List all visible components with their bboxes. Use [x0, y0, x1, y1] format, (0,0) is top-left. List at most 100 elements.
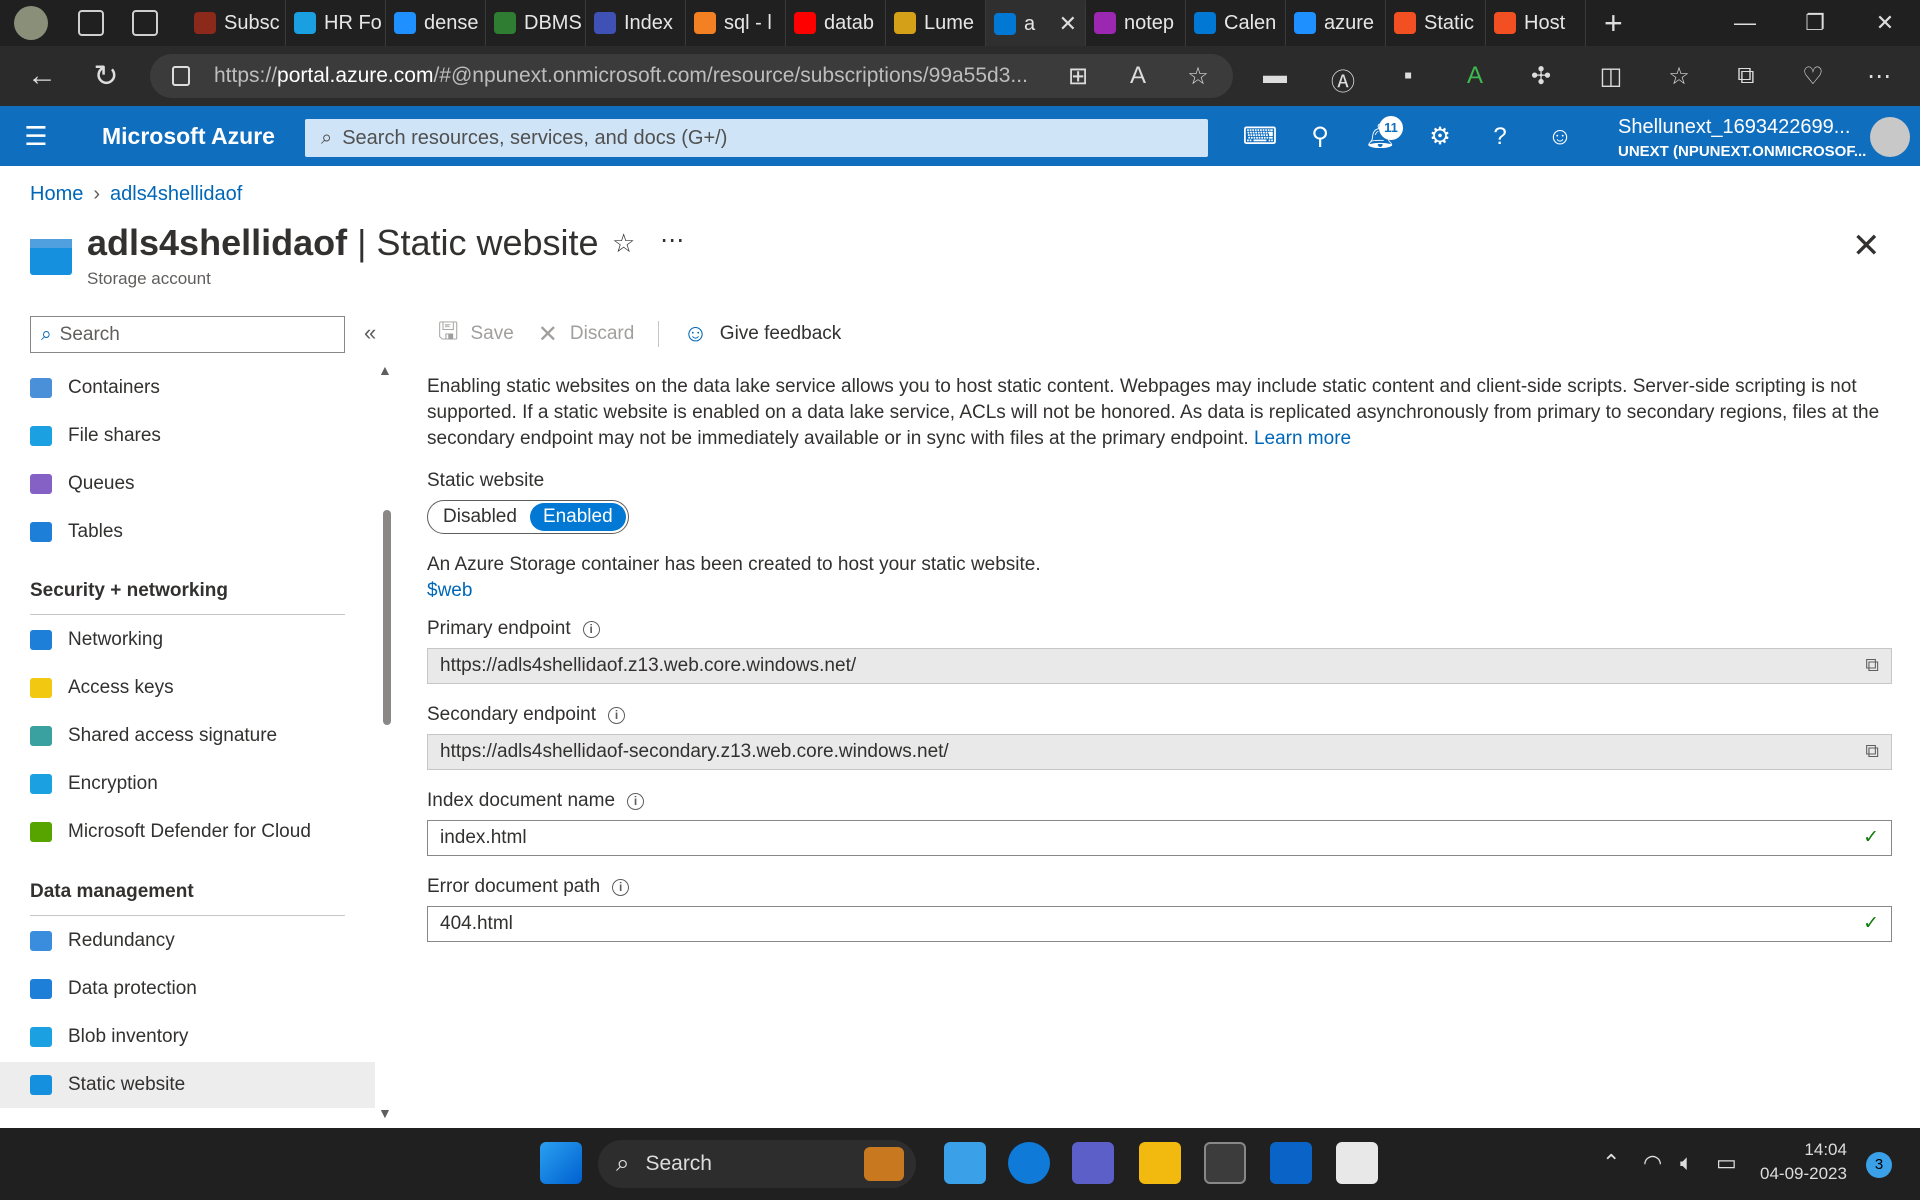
save-button[interactable]: 🖫 Save	[438, 314, 514, 355]
browser-tab[interactable]: Subsc	[186, 0, 286, 46]
info-icon[interactable]: i	[582, 620, 600, 638]
notification-center-badge[interactable]: 3	[1866, 1152, 1892, 1178]
sidebar-scrollbar[interactable]	[383, 510, 391, 725]
sidebar-item[interactable]: Redundancy	[30, 918, 375, 964]
outlook-icon[interactable]	[1270, 1142, 1312, 1184]
collections-icon[interactable]: ⧉	[1733, 62, 1759, 89]
close-blade-icon[interactable]: ✕	[1852, 226, 1881, 266]
close-tab-icon[interactable]: ✕	[1059, 11, 1077, 37]
extension-icon[interactable]: Ⓐ	[1330, 62, 1356, 96]
portal-menu-icon[interactable]: ☰	[0, 121, 72, 152]
breadcrumb-home[interactable]: Home	[30, 183, 83, 205]
browser-tab[interactable]: Lume	[886, 0, 986, 46]
info-icon[interactable]: i	[627, 792, 645, 810]
battery-icon[interactable]: ▭	[1716, 1150, 1737, 1176]
menu-search-input[interactable]: ⌕ Search	[30, 316, 345, 353]
notepad-icon[interactable]	[944, 1142, 986, 1184]
app-available-icon[interactable]: ⊞	[1065, 62, 1091, 90]
browser-tab[interactable]: Static	[1386, 0, 1486, 46]
back-button[interactable]: ←	[10, 59, 74, 93]
directory-filter-icon[interactable]: ⚲	[1302, 119, 1338, 155]
browser-essentials-icon[interactable]: ♡	[1800, 62, 1826, 90]
browser-tab[interactable]: HR Fo	[286, 0, 386, 46]
browser-tab[interactable]: Index	[586, 0, 686, 46]
edge-browser-icon[interactable]	[1008, 1142, 1050, 1184]
primary-endpoint-field[interactable]: https://adls4shellidaof.z13.web.core.win…	[427, 648, 1892, 684]
refresh-button[interactable]: ↻	[74, 59, 138, 94]
extensions-puzzle-icon[interactable]: ✣	[1528, 62, 1554, 90]
discard-button[interactable]: ✕ Discard	[538, 320, 635, 349]
favorite-star-icon[interactable]: ☆	[1185, 62, 1211, 90]
restore-button[interactable]: ❐	[1780, 0, 1850, 46]
scroll-down-arrow-icon[interactable]: ▼	[378, 1105, 392, 1121]
error-document-input[interactable]: 404.html ✓	[427, 906, 1892, 942]
file-explorer-icon[interactable]	[1139, 1142, 1181, 1184]
sidebar-item[interactable]: Microsoft Defender for Cloud	[30, 809, 375, 855]
sidebar-item[interactable]: Queues	[30, 461, 375, 507]
cloud-shell-icon[interactable]: ⌨	[1242, 119, 1278, 155]
show-hidden-icons-chevron-icon[interactable]: ⌃	[1602, 1150, 1620, 1176]
sidebar-item[interactable]: File shares	[30, 413, 375, 459]
collections-icon[interactable]	[78, 10, 104, 36]
favorite-star-icon[interactable]: ☆	[612, 228, 635, 259]
tab-actions-icon[interactable]	[132, 10, 158, 36]
store-icon[interactable]	[1336, 1142, 1378, 1184]
browser-tab[interactable]: Host	[1486, 0, 1586, 46]
browser-tab[interactable]: sql - l	[686, 0, 786, 46]
global-search-input[interactable]: ⌕ Search resources, services, and docs (…	[305, 119, 1208, 157]
more-options-icon[interactable]: ⋯	[660, 226, 684, 255]
browser-tab[interactable]: notep	[1086, 0, 1186, 46]
breadcrumb-resource[interactable]: adls4shellidaof	[110, 183, 242, 205]
index-document-input[interactable]: index.html ✓	[427, 820, 1892, 856]
taskbar-search[interactable]: ⌕ Search	[598, 1140, 916, 1188]
browser-tab[interactable]: dense	[386, 0, 486, 46]
teams-icon[interactable]	[1072, 1142, 1114, 1184]
web-container-link[interactable]: $web	[427, 578, 1892, 604]
terminal-icon[interactable]	[1204, 1142, 1246, 1184]
sidebar-item[interactable]: Blob inventory	[30, 1014, 375, 1060]
favorites-icon[interactable]: ☆	[1666, 62, 1692, 90]
copy-icon[interactable]: ⧉	[1865, 649, 1879, 683]
learn-more-link[interactable]: Learn more	[1254, 428, 1351, 449]
help-icon[interactable]: ?	[1482, 119, 1518, 155]
sidebar-item[interactable]: Networking	[30, 617, 375, 663]
new-tab-button[interactable]: +	[1604, 5, 1623, 42]
feedback-icon[interactable]: ☺	[1542, 119, 1578, 155]
scroll-up-arrow-icon[interactable]: ▲	[378, 362, 392, 378]
read-aloud-icon[interactable]: A	[1125, 62, 1151, 89]
browser-tab[interactable]: DBMS	[486, 0, 586, 46]
sidebar-item[interactable]: Data protection	[30, 966, 375, 1012]
minimize-button[interactable]: —	[1710, 0, 1780, 46]
give-feedback-button[interactable]: ☺ Give feedback	[683, 320, 841, 348]
profile-avatar[interactable]	[14, 6, 48, 40]
start-windows-icon[interactable]	[540, 1142, 582, 1184]
volume-muted-icon[interactable]: 🔈︎	[1680, 1150, 1693, 1176]
account-avatar[interactable]	[1870, 117, 1910, 157]
secondary-endpoint-field[interactable]: https://adls4shellidaof-secondary.z13.we…	[427, 734, 1892, 770]
clock[interactable]: 14:04 04-09-2023	[1760, 1138, 1847, 1186]
sidebar-item[interactable]: Access keys	[30, 665, 375, 711]
settings-more-icon[interactable]: ⋯	[1866, 62, 1892, 90]
settings-gear-icon[interactable]: ⚙	[1422, 119, 1458, 155]
info-icon[interactable]: i	[608, 706, 626, 724]
browser-tab[interactable]: azure	[1286, 0, 1386, 46]
sidebar-item[interactable]: Containers	[30, 365, 375, 411]
sidebar-item[interactable]: Static website	[0, 1062, 375, 1108]
azure-brand[interactable]: Microsoft Azure	[102, 123, 302, 150]
collapse-menu-icon[interactable]: «	[364, 320, 376, 346]
account-menu[interactable]: Shellunext_1693422699... UNEXT (NPUNEXT.…	[1618, 116, 1866, 160]
sidebar-item[interactable]: Shared access signature	[30, 713, 375, 759]
info-icon[interactable]: i	[612, 878, 630, 896]
close-window-button[interactable]: ✕	[1850, 0, 1920, 46]
browser-tab[interactable]: datab	[786, 0, 886, 46]
wifi-icon[interactable]: ◠	[1643, 1150, 1662, 1176]
browser-tab[interactable]: Calen	[1186, 0, 1286, 46]
toggle-disabled-option[interactable]: Disabled	[430, 503, 530, 531]
extension-icon[interactable]: ▪	[1395, 62, 1421, 89]
static-website-toggle[interactable]: Disabled Enabled	[427, 500, 629, 534]
extension-icon[interactable]: ▬	[1262, 62, 1288, 89]
sidebar-item[interactable]: Tables	[30, 509, 375, 555]
sidebar-item[interactable]: Encryption	[30, 761, 375, 807]
toggle-enabled-option[interactable]: Enabled	[529, 503, 626, 531]
extension-icon[interactable]: A	[1462, 62, 1488, 89]
